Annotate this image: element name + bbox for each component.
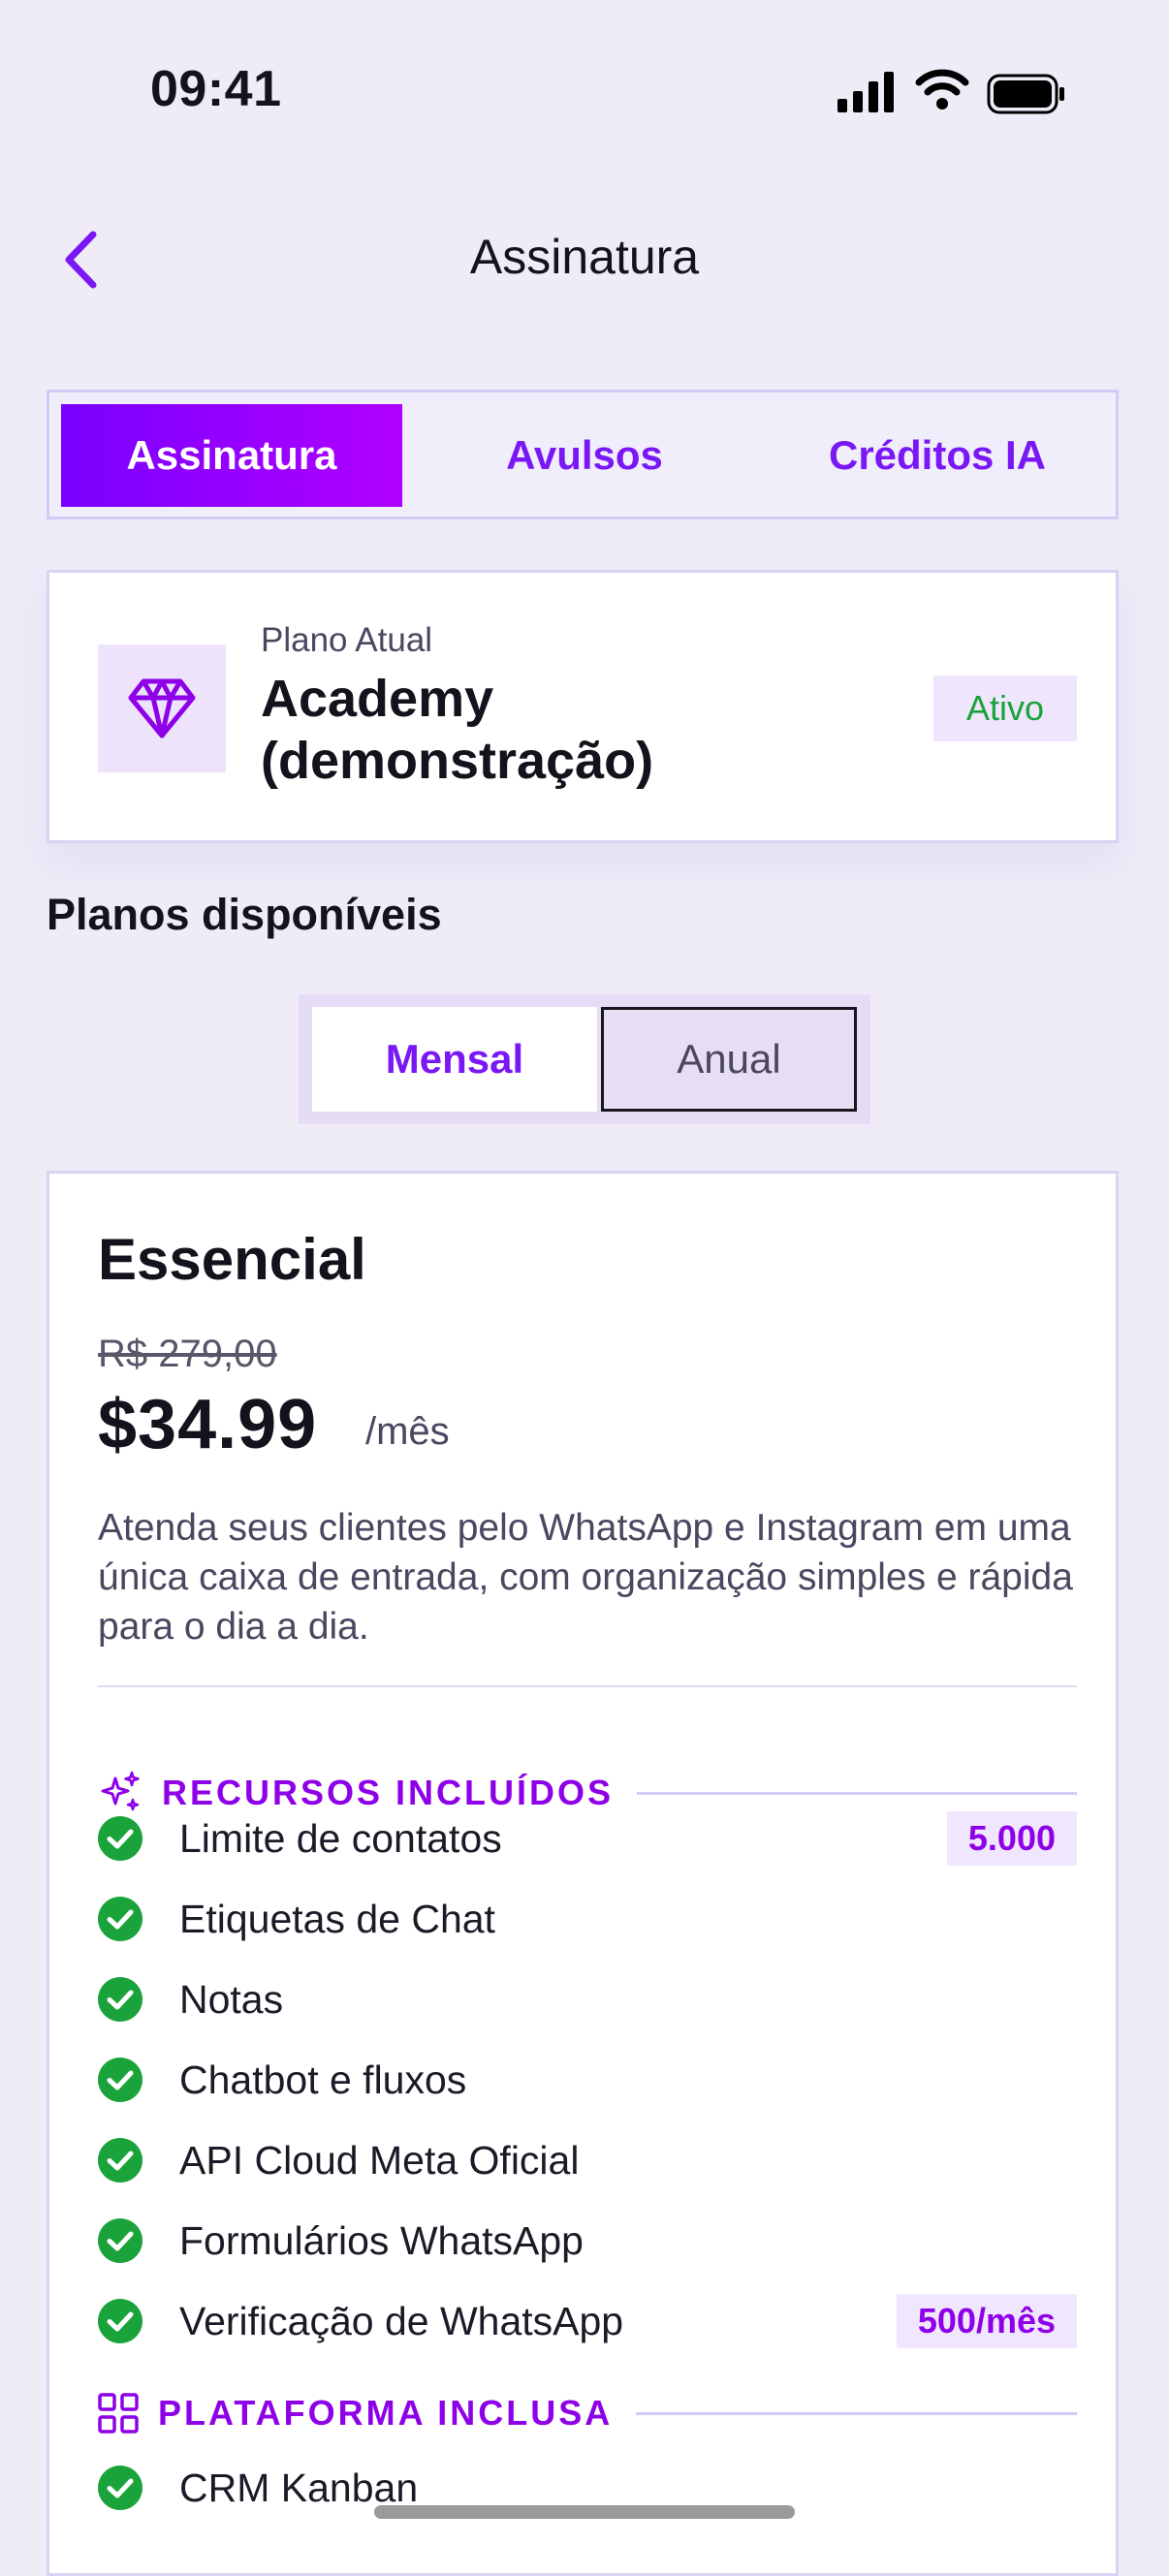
divider (98, 1685, 1077, 1687)
section-rule (637, 1791, 1077, 1795)
tab-avulsos[interactable]: Avulsos (414, 404, 755, 507)
status-badge: Ativo (933, 675, 1077, 741)
tab-assinatura[interactable]: Assinatura (61, 404, 402, 507)
platform-section-header: PLATAFORMA INCLUSA (98, 2389, 1077, 2437)
check-circle-icon (98, 2299, 142, 2343)
check-circle-icon (98, 2058, 142, 2102)
feature-label: Notas (179, 1976, 284, 2022)
feature-label: API Cloud Meta Oficial (179, 2137, 580, 2183)
status-time: 09:41 (150, 61, 282, 117)
check-circle-icon (98, 1816, 142, 1861)
feature-label: Chatbot e fluxos (179, 2057, 467, 2102)
old-price: R$ 279,00 (98, 1333, 277, 1375)
feature-label: CRM Kanban (179, 2465, 419, 2510)
billing-toggle: Mensal Anual (299, 994, 870, 1124)
feature-item: Verificação de WhatsApp 500/mês (98, 2292, 1077, 2350)
tab-bar: Assinatura Avulsos Créditos IA (47, 390, 1119, 519)
available-plans-title: Planos disponíveis (47, 890, 442, 939)
platform-section-label: PLATAFORMA INCLUSA (158, 2393, 614, 2433)
feature-label: Limite de contatos (179, 1815, 502, 1861)
check-circle-icon (98, 1977, 142, 2022)
current-plan-name: Academy (demonstração) (261, 668, 653, 792)
feature-limit-badge: 500/mês (896, 2294, 1077, 2348)
tab-creditos-ia[interactable]: Créditos IA (767, 404, 1108, 507)
current-plan-label: Plano Atual (261, 621, 433, 659)
feature-item: Notas (98, 1970, 1077, 2028)
grid-icon (98, 2393, 139, 2434)
check-circle-icon (98, 2138, 142, 2183)
price: $34.99 (98, 1386, 318, 1463)
toggle-annual-button[interactable]: Anual (601, 1007, 857, 1112)
home-indicator[interactable] (374, 2505, 795, 2519)
offer-description: Atenda seus clientes pelo WhatsApp e Ins… (98, 1507, 1073, 1648)
feature-item: Chatbot e fluxos (98, 2051, 1077, 2109)
offer-plan-name: Essencial (98, 1227, 366, 1292)
page-title: Assinatura (469, 230, 700, 284)
feature-item: Limite de contatos 5.000 (98, 1809, 1077, 1868)
cellular-signal-icon (837, 72, 894, 112)
current-plan-name-line1: Academy (261, 670, 494, 728)
wifi-icon (915, 69, 969, 110)
battery-icon (987, 74, 1064, 114)
current-plan-name-line2: (demonstração) (261, 732, 654, 790)
plan-offer-card: Essencial R$ 279,00 $34.99 /mês Atenda s… (47, 1171, 1119, 2576)
feature-limit-badge: 5.000 (946, 1811, 1077, 1866)
plan-icon-box (98, 644, 226, 772)
feature-item: API Cloud Meta Oficial (98, 2131, 1077, 2189)
feature-label: Verificação de WhatsApp (179, 2298, 624, 2343)
check-circle-icon (98, 2218, 142, 2263)
feature-item: Formulários WhatsApp (98, 2212, 1077, 2270)
section-rule (636, 2411, 1077, 2415)
toggle-monthly-button[interactable]: Mensal (312, 1007, 597, 1112)
price-period: /mês (365, 1410, 450, 1453)
check-circle-icon (98, 2466, 142, 2510)
check-circle-icon (98, 1897, 142, 1941)
feature-label: Formulários WhatsApp (179, 2217, 584, 2263)
feature-item: Etiquetas de Chat (98, 1890, 1077, 1948)
feature-label: Etiquetas de Chat (179, 1896, 495, 1941)
resources-section-label: RECURSOS INCLUÍDOS (162, 1773, 615, 1812)
current-plan-card: Plano Atual Academy (demonstração) Ativo (47, 570, 1119, 843)
diamond-icon (128, 678, 196, 738)
